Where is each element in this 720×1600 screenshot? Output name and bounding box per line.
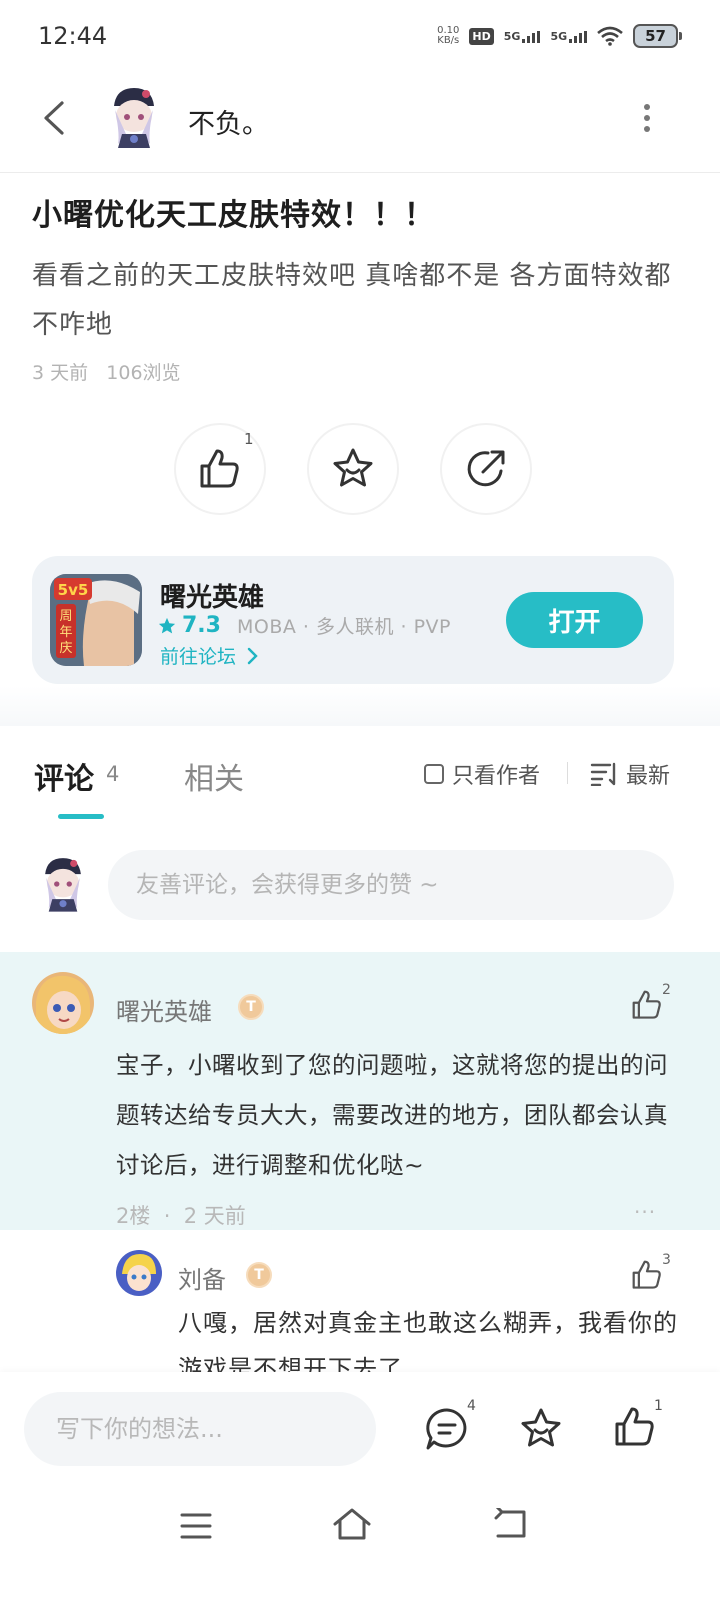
network-speed: 0.10 KB/s bbox=[437, 26, 459, 46]
thumbs-up-icon[interactable] bbox=[630, 1258, 664, 1292]
comment-text: 宝子，小曙收到了您的问题啦，这就将您的提出的问题转达给专员大大，需要改进的地方，… bbox=[116, 1051, 668, 1179]
post-views: 106浏览 bbox=[106, 362, 181, 384]
commenter-avatar[interactable] bbox=[32, 972, 94, 1034]
game-icon: 5v5 周 年 庆 bbox=[50, 574, 142, 666]
sort-button[interactable]: 最新 bbox=[590, 758, 670, 790]
comment-like-count: 2 bbox=[662, 982, 671, 998]
comment-time: 2 天前 bbox=[183, 1204, 246, 1228]
comment-count: 4 bbox=[467, 1398, 476, 1414]
author-only-toggle[interactable]: 只看作者 bbox=[424, 758, 540, 790]
star-icon[interactable] bbox=[518, 1406, 564, 1452]
game-name: 曙光英雄 bbox=[160, 583, 265, 613]
svg-text:庆: 庆 bbox=[59, 641, 72, 656]
net2-label: 5G bbox=[550, 29, 568, 43]
post-meta: 3 天前 106浏览 bbox=[32, 358, 181, 385]
open-game-button[interactable]: 打开 bbox=[506, 592, 643, 648]
more-icon[interactable] bbox=[638, 102, 656, 134]
checkbox-icon bbox=[424, 764, 444, 784]
comment-meta: 2楼 · 2 天前 bbox=[116, 1204, 246, 1228]
sort-icon bbox=[590, 762, 616, 786]
status-icons: 0.10 KB/s HD 5G 5G 57 bbox=[437, 24, 682, 48]
reply-like-count: 3 bbox=[662, 1252, 671, 1268]
signal-icon-2: 5G bbox=[550, 29, 588, 43]
reply-author-name[interactable]: 刘备 bbox=[178, 1260, 226, 1295]
divider bbox=[567, 762, 568, 784]
my-avatar bbox=[45, 858, 81, 912]
comment-input[interactable] bbox=[108, 850, 674, 920]
avatar[interactable] bbox=[106, 84, 162, 150]
speed-unit: KB/s bbox=[437, 35, 460, 46]
level-badge: T bbox=[246, 1262, 272, 1288]
divider bbox=[0, 172, 720, 173]
tab-comments-count: 4 bbox=[106, 762, 120, 786]
comment-icon[interactable] bbox=[424, 1406, 470, 1452]
section-divider bbox=[0, 686, 720, 726]
back-icon[interactable] bbox=[40, 100, 68, 136]
svg-text:5v5: 5v5 bbox=[58, 581, 89, 599]
status-time: 12:44 bbox=[38, 22, 108, 50]
author-name[interactable]: 不负。 bbox=[188, 102, 269, 141]
svg-text:年: 年 bbox=[59, 625, 72, 640]
share-icon bbox=[467, 450, 505, 487]
tab-related[interactable]: 相关 bbox=[184, 754, 244, 798]
signal-icon: 5G bbox=[504, 30, 541, 43]
commenter-name[interactable]: 曙光英雄 bbox=[116, 992, 212, 1027]
forum-link[interactable]: 前往论坛 bbox=[160, 642, 260, 669]
post-title: 小曙优化天工皮肤特效！！！ bbox=[32, 198, 435, 233]
post-time: 3 天前 bbox=[32, 362, 89, 384]
home-icon[interactable] bbox=[332, 1506, 372, 1542]
hd-icon: HD bbox=[469, 27, 494, 45]
bottom-like-count: 1 bbox=[654, 1398, 663, 1414]
share-button[interactable] bbox=[440, 423, 532, 515]
sort-label: 最新 bbox=[626, 764, 671, 789]
thumbs-up-icon[interactable] bbox=[612, 1404, 658, 1450]
menu-icon[interactable] bbox=[180, 1512, 212, 1540]
rating-value: 7.3 bbox=[182, 613, 221, 638]
thumbs-up-icon[interactable] bbox=[630, 988, 664, 1022]
game-rating: 7.3 MOBA · 多人联机 · PVP bbox=[158, 612, 451, 639]
more-options-icon[interactable]: ··· bbox=[634, 1200, 656, 1224]
rating-star-icon bbox=[158, 617, 176, 633]
battery-indicator: 57 bbox=[633, 24, 682, 48]
svg-text:周: 周 bbox=[59, 609, 72, 624]
author-only-label: 只看作者 bbox=[452, 764, 541, 789]
level-badge: T bbox=[238, 994, 264, 1020]
comment-floor: 2楼 bbox=[116, 1204, 151, 1228]
post-body: 看看之前的天工皮肤特效吧 真啥都不是 各方面特效都不咋地 bbox=[32, 261, 672, 340]
back-nav-icon[interactable] bbox=[492, 1508, 528, 1540]
like-count: 1 bbox=[244, 430, 254, 448]
reply-text: 八嘎，居然对真金主也敢这么糊弄，我看你的游戏是不想开下去了 bbox=[178, 1309, 678, 1372]
tab-active-indicator bbox=[58, 814, 104, 819]
thumbs-up-icon bbox=[200, 449, 239, 488]
game-tags: MOBA · 多人联机 · PVP bbox=[236, 616, 452, 638]
net1-label: 5G bbox=[503, 29, 521, 43]
wifi-icon bbox=[597, 26, 623, 46]
tab-comments[interactable]: 评论 bbox=[34, 754, 94, 798]
star-icon bbox=[333, 448, 373, 487]
forum-link-label: 前往论坛 bbox=[160, 646, 237, 668]
reply-avatar[interactable] bbox=[116, 1250, 162, 1296]
write-thought-input[interactable] bbox=[24, 1392, 376, 1466]
favorite-button[interactable] bbox=[307, 423, 399, 515]
chevron-right-icon bbox=[247, 647, 258, 665]
